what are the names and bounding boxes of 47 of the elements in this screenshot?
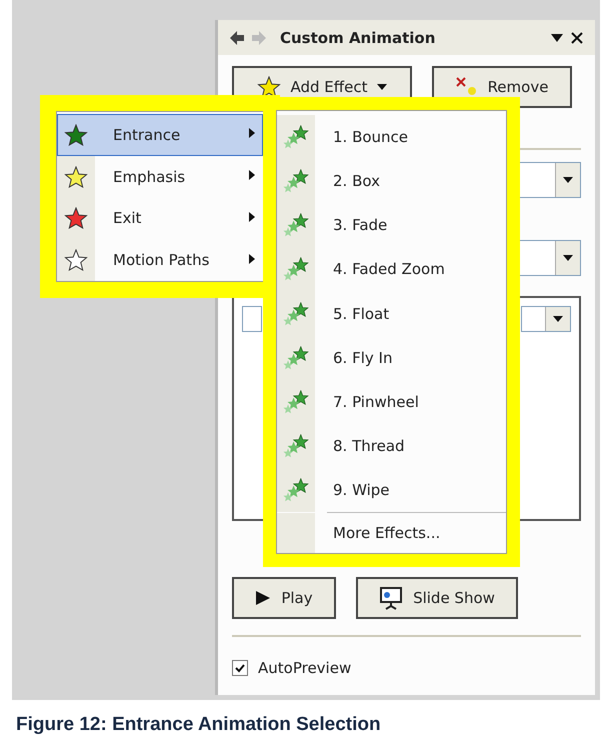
menu-item[interactable]: 3. Fade (277, 203, 506, 248)
star-icon (64, 249, 88, 272)
menu-item[interactable]: Entrance (57, 114, 263, 156)
menu-item[interactable]: Emphasis (57, 156, 263, 198)
stars-icon (283, 434, 309, 458)
stars-icon (283, 169, 309, 194)
menu-item[interactable]: 1. Bounce (277, 115, 506, 160)
caret-icon (553, 316, 563, 322)
close-icon[interactable] (571, 32, 583, 44)
stars-icon (283, 478, 309, 502)
menu-item[interactable]: 7. Pinwheel (277, 380, 506, 424)
pane-title: Custom Animation (280, 28, 436, 46)
checkbox-label: AutoPreview (258, 659, 352, 677)
play-button[interactable]: Play (232, 577, 336, 619)
stars-icon (283, 213, 309, 238)
remove-icon (456, 77, 478, 97)
menu-item[interactable]: 2. Box (277, 159, 506, 204)
menu-item[interactable]: 9. Wipe (277, 468, 506, 512)
submenu-arrow-icon (249, 212, 255, 225)
stars-icon (283, 346, 309, 370)
projector-screen-icon (379, 586, 404, 610)
menu-item[interactable]: 6. Fly In (277, 336, 506, 380)
submenu-arrow-icon (249, 254, 255, 267)
stars-icon (283, 257, 309, 282)
caret-icon (377, 84, 388, 90)
dropdown-icon[interactable] (551, 34, 563, 42)
checkmark-icon (235, 664, 245, 672)
stars-icon (283, 302, 309, 326)
play-icon (255, 590, 272, 606)
star-icon (64, 166, 88, 188)
menu-item[interactable]: 4. Faded Zoom (277, 247, 506, 292)
stars-icon (283, 125, 309, 150)
menu-item[interactable]: More Effects... (277, 513, 506, 553)
stars-icon (283, 390, 309, 414)
star-icon (256, 76, 280, 98)
field-edge (242, 306, 262, 332)
menu-item[interactable]: 5. Float (277, 292, 506, 336)
star-icon (64, 207, 88, 230)
autopreview-checkbox[interactable] (232, 660, 248, 676)
back-icon[interactable] (230, 30, 244, 44)
star-icon (64, 124, 88, 146)
figure-caption: Figure 12: Entrance Animation Selection (16, 714, 382, 736)
menu-item[interactable]: Motion Paths (57, 239, 263, 281)
menu-item[interactable]: Exit (57, 198, 263, 240)
menu-item[interactable]: 8. Thread (277, 424, 506, 468)
dropdown-field[interactable] (521, 306, 571, 332)
slide-show-button[interactable]: Slide Show (356, 577, 518, 619)
